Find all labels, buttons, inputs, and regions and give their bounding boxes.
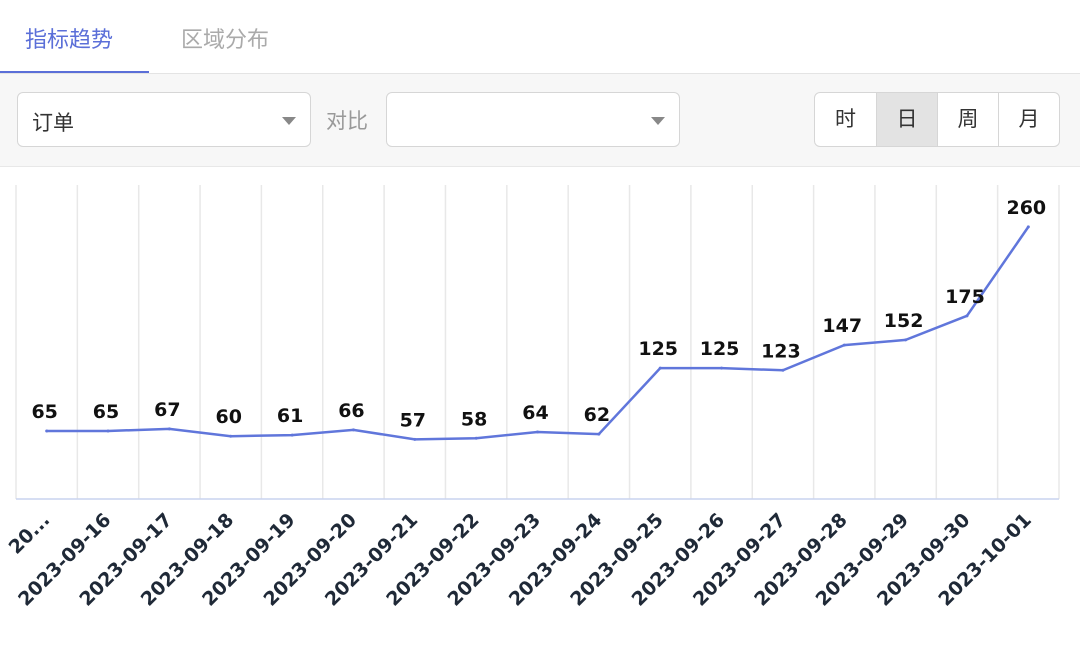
data-label: 125 bbox=[700, 338, 740, 360]
data-point bbox=[720, 366, 724, 370]
data-point bbox=[45, 429, 49, 433]
data-label: 61 bbox=[277, 405, 303, 427]
data-point bbox=[1026, 225, 1030, 229]
data-point bbox=[167, 427, 171, 431]
data-label: 57 bbox=[400, 409, 426, 431]
data-point bbox=[658, 366, 662, 370]
data-label: 65 bbox=[31, 401, 57, 423]
data-point bbox=[106, 429, 110, 433]
data-point bbox=[229, 434, 233, 438]
data-point bbox=[904, 338, 908, 342]
data-label: 260 bbox=[1006, 197, 1046, 219]
data-label: 123 bbox=[761, 340, 801, 362]
data-label: 60 bbox=[216, 406, 242, 428]
data-label: 62 bbox=[584, 404, 610, 426]
data-label: 125 bbox=[638, 338, 678, 360]
data-label: 175 bbox=[945, 286, 985, 308]
data-point bbox=[536, 430, 539, 434]
data-point bbox=[474, 436, 478, 440]
data-point bbox=[290, 433, 294, 437]
data-point bbox=[413, 437, 417, 441]
data-point bbox=[965, 314, 969, 318]
data-label: 152 bbox=[884, 310, 924, 332]
data-label: 66 bbox=[338, 400, 364, 422]
data-point bbox=[842, 343, 846, 347]
data-point bbox=[597, 432, 601, 436]
data-point bbox=[351, 428, 355, 432]
data-label: 64 bbox=[522, 402, 548, 424]
x-tick-label: 20... bbox=[5, 509, 55, 559]
line-chart: 6520...652023-09-16672023-09-17602023-09… bbox=[5, 185, 1060, 610]
data-label: 58 bbox=[461, 408, 487, 430]
data-label: 65 bbox=[93, 401, 119, 423]
data-label: 147 bbox=[822, 315, 862, 337]
data-point bbox=[781, 368, 785, 372]
data-label: 67 bbox=[154, 399, 180, 421]
